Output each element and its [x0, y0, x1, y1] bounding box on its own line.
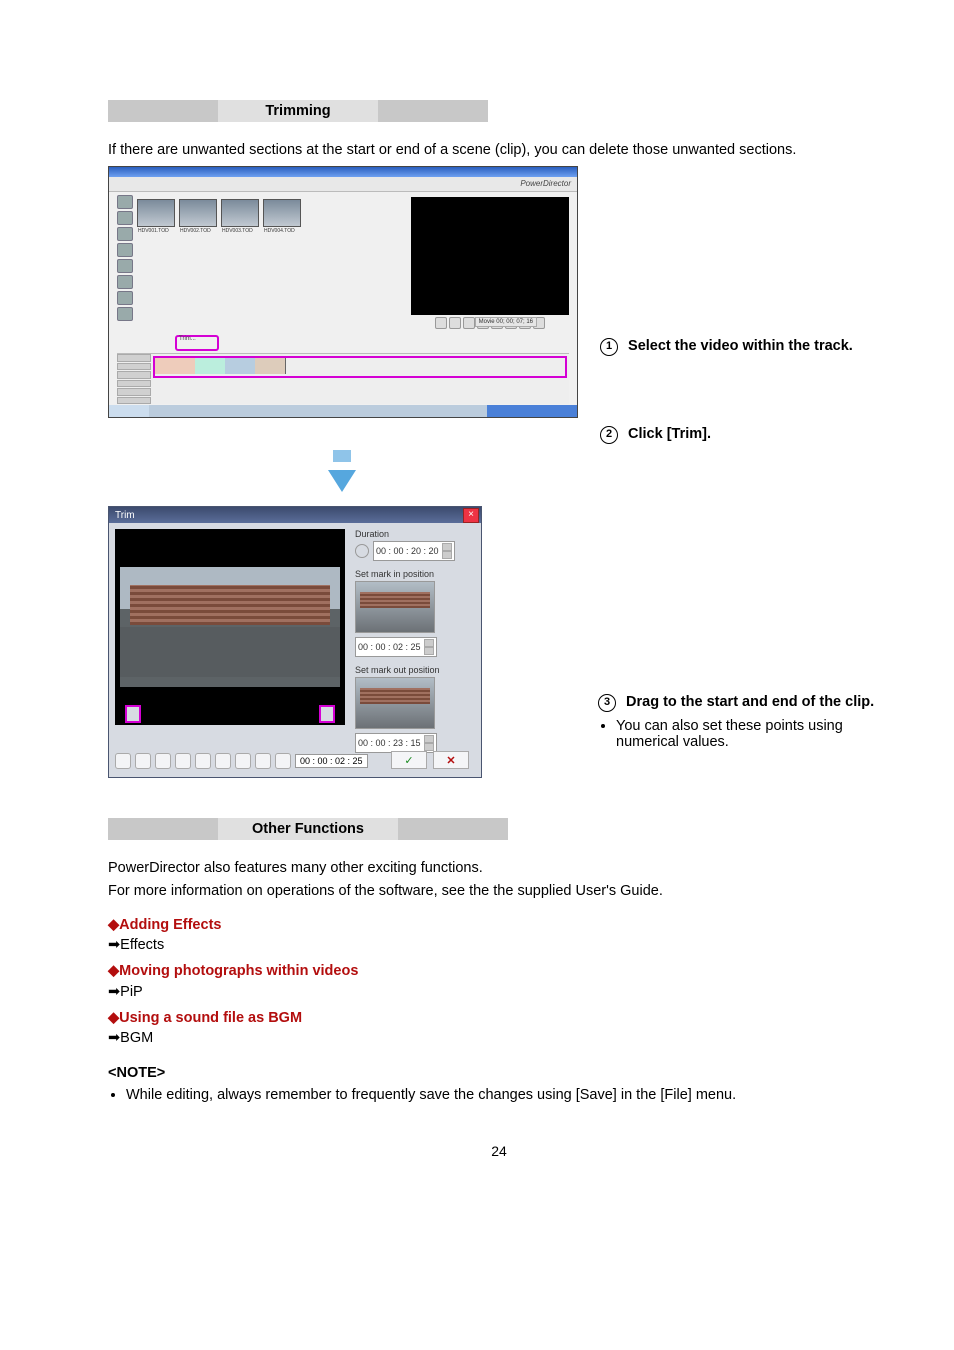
page-number: 24: [108, 1143, 890, 1159]
note-item: While editing, always remember to freque…: [126, 1087, 890, 1103]
mark-in-label: Set mark in position: [355, 569, 475, 579]
section-heading-band: Other Functions: [108, 818, 890, 840]
section-title-other: Other Functions: [218, 818, 398, 840]
next-frame-button[interactable]: [195, 753, 211, 769]
step-1-text: Select the video within the track.: [628, 338, 853, 354]
clock-icon: [355, 544, 369, 558]
prev-frame-button[interactable]: [175, 753, 191, 769]
mark-in-handle[interactable]: [125, 705, 141, 723]
other-p2: For more information on operations of th…: [108, 881, 890, 901]
step-3: 3 Drag to the start and end of the clip.: [598, 694, 890, 712]
duration-value: 00 : 00 : 20 : 20: [376, 546, 439, 556]
timeline-clip[interactable]: [225, 358, 256, 374]
sound-heading: ◆Using a sound file as BGM: [108, 1010, 302, 1026]
media-thumb[interactable]: HDV003.TOD: [221, 199, 259, 227]
dialog-close-button[interactable]: ×: [463, 508, 479, 523]
video-track-highlight: [153, 356, 567, 378]
media-thumb[interactable]: HDV002.TOD: [179, 199, 217, 227]
sound-link: ➡BGM: [108, 1030, 153, 1046]
play-start-button[interactable]: [115, 753, 131, 769]
step-3-note-item: You can also set these points using nume…: [616, 718, 890, 750]
step-2-text: Click [Trim].: [628, 426, 711, 442]
media-thumb[interactable]: HDV001.TOD: [137, 199, 175, 227]
dialog-titlebar: Trim ×: [109, 507, 481, 523]
library-toolbar: [117, 195, 131, 325]
mark-out-label: Set mark out position: [355, 665, 475, 675]
media-thumb[interactable]: HDV004.TOD: [263, 199, 301, 227]
dialog-title: Trim: [115, 510, 135, 521]
timeline-clip[interactable]: [195, 358, 226, 374]
trimming-intro: If there are unwanted sections at the st…: [108, 140, 890, 160]
timeline[interactable]: [117, 353, 569, 404]
dialog-ok-button[interactable]: ✓: [391, 751, 427, 769]
mark-in-field[interactable]: 00 : 00 : 02 : 25: [355, 637, 437, 657]
section-heading-band: Trimming: [108, 100, 890, 122]
step-1: 1 Select the video within the track.: [600, 338, 890, 356]
media-library: HDV001.TOD HDV002.TOD HDV003.TOD HDV004.…: [117, 195, 377, 325]
mark-in-thumb: [355, 581, 435, 633]
step-2: 2 Click [Trim].: [600, 426, 890, 444]
moving-link: ➡PiP: [108, 984, 143, 1000]
step-3-note: You can also set these points using nume…: [616, 718, 890, 750]
mark-in-value: 00 : 00 : 02 : 25: [358, 642, 421, 652]
mark-out-thumb: [355, 677, 435, 729]
band-right: [398, 818, 508, 840]
flow-arrow-icon: [328, 470, 356, 492]
band-right: [378, 100, 488, 122]
note-heading: <NOTE>: [108, 1065, 165, 1081]
other-p1: PowerDirector also features many other e…: [108, 858, 890, 878]
duration-field[interactable]: 00 : 00 : 20 : 20: [373, 541, 455, 561]
app-brand: PowerDirector: [520, 179, 571, 188]
step-3-text: Drag to the start and end of the clip.: [626, 694, 874, 710]
mark-out-field[interactable]: 00 : 00 : 23 : 15: [355, 733, 437, 753]
effects-heading: ◆Adding Effects: [108, 917, 221, 933]
mute-button[interactable]: [255, 753, 271, 769]
mark-out-value: 00 : 00 : 23 : 15: [358, 738, 421, 748]
step-num-1: 1: [600, 338, 618, 356]
set-out-button[interactable]: [235, 753, 251, 769]
playhead-timecode: 00 : 00 : 02 : 25: [295, 754, 368, 768]
status-bar: [109, 405, 577, 417]
timeline-clip[interactable]: [155, 358, 196, 374]
set-in-button[interactable]: [215, 753, 231, 769]
band-left: [108, 100, 218, 122]
trim-preview: [115, 529, 345, 725]
band-left: [108, 818, 218, 840]
play-button[interactable]: [135, 753, 151, 769]
track-headers: [117, 354, 151, 404]
trim-side-panel: Duration 00 : 00 : 20 : 20 Set mark in p…: [355, 529, 475, 761]
screenshot-editor: PowerDirector HDV001.TOD HDV002.TOD HDV0…: [108, 166, 578, 418]
step-num-3: 3: [598, 694, 616, 712]
moving-heading: ◆Moving photographs within videos: [108, 963, 358, 979]
trim-button[interactable]: Trim...: [179, 336, 196, 342]
duration-label: Duration: [355, 529, 475, 539]
movie-length-readout: Movie 00; 00; 07; 16: [475, 317, 537, 327]
dialog-cancel-button[interactable]: ✕: [433, 751, 469, 769]
flow-arrow-shaft: [333, 450, 351, 462]
step-num-2: 2: [600, 426, 618, 444]
note-list: While editing, always remember to freque…: [126, 1087, 890, 1103]
preview-panel: [411, 197, 569, 315]
section-title-trimming: Trimming: [218, 100, 378, 122]
screenshot-trim-dialog: Trim × Duration: [108, 506, 482, 778]
timeline-clip[interactable]: [255, 358, 286, 374]
stop-button[interactable]: [155, 753, 171, 769]
zoom-button[interactable]: [275, 753, 291, 769]
mark-out-handle[interactable]: [319, 705, 335, 723]
scene-image: [120, 567, 340, 687]
effects-link: ➡Effects: [108, 937, 164, 953]
